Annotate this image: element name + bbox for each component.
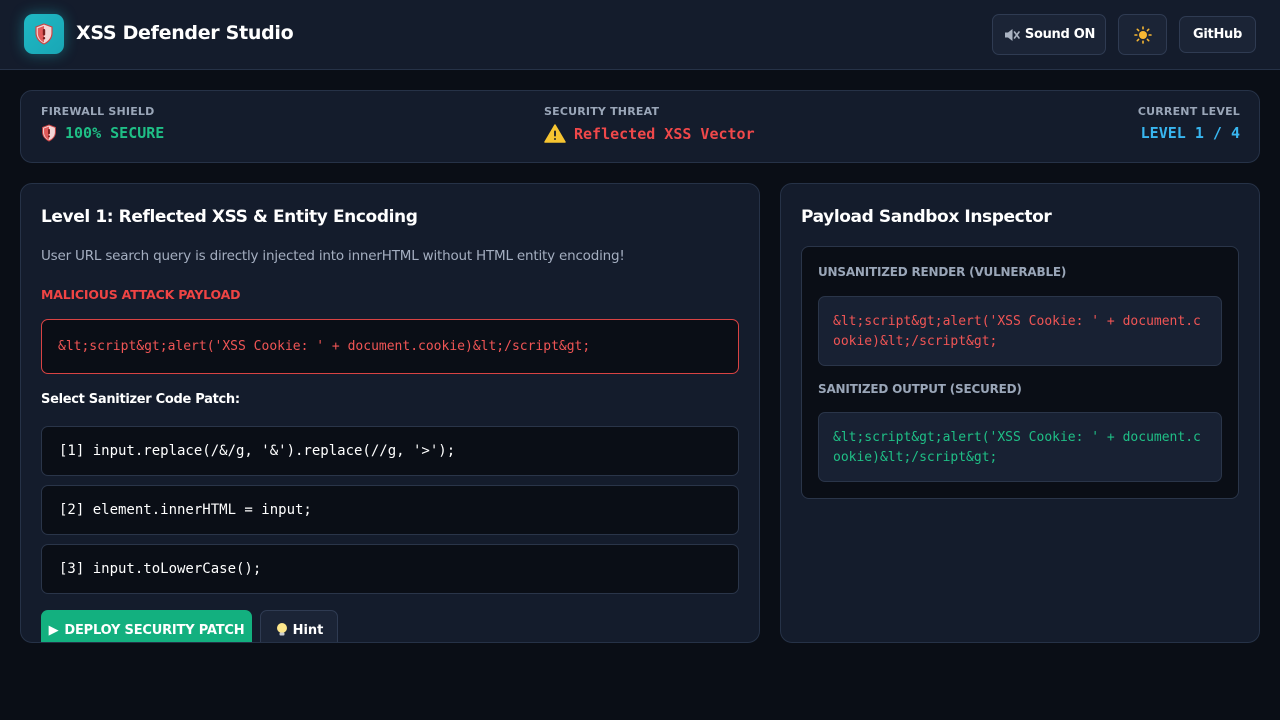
attack-payload: &lt;script&gt;alert('XSS Cookie: ' + doc… bbox=[41, 319, 739, 374]
sandbox-title: Payload Sandbox Inspector bbox=[801, 207, 1052, 227]
unsanitized-label: UNSANITIZED RENDER (VULNERABLE) bbox=[818, 265, 1067, 279]
sun-icon bbox=[1133, 25, 1152, 44]
threat-label: SECURITY THREAT bbox=[544, 105, 660, 118]
top-bar: XSS Defender Studio Sound ON GitHub bbox=[0, 0, 1280, 70]
play-icon: ▶ bbox=[48, 622, 59, 638]
status-bar: FIREWALL SHIELD 100% SECURE SECURITY THR… bbox=[20, 90, 1260, 163]
sandbox-inspector: UNSANITIZED RENDER (VULNERABLE) &lt;scri… bbox=[801, 246, 1239, 499]
sound-toggle-label: Sound ON bbox=[1024, 27, 1096, 42]
shield-icon bbox=[42, 124, 56, 142]
sandbox-panel: Payload Sandbox Inspector UNSANITIZED RE… bbox=[780, 183, 1260, 643]
sound-toggle-button[interactable]: Sound ON bbox=[992, 14, 1106, 55]
patch-option-3[interactable]: [3] input.toLowerCase(); bbox=[41, 544, 739, 594]
firewall-value-row: 100% SECURE bbox=[41, 124, 164, 142]
app-logo bbox=[24, 14, 64, 54]
firewall-value: 100% SECURE bbox=[65, 124, 165, 142]
firewall-status: FIREWALL SHIELD 100% SECURE bbox=[41, 105, 164, 142]
challenge-description: User URL search query is directly inject… bbox=[41, 248, 625, 264]
threat-value-row: Reflected XSS Vector bbox=[544, 124, 755, 143]
patch-option-2[interactable]: [2] element.innerHTML = input; bbox=[41, 485, 739, 535]
level-value: LEVEL 1 / 4 bbox=[1140, 124, 1240, 142]
theme-toggle-button[interactable] bbox=[1118, 14, 1167, 55]
threat-value: Reflected XSS Vector bbox=[574, 124, 755, 143]
shield-icon bbox=[35, 23, 53, 45]
patch-select-label: Select Sanitizer Code Patch: bbox=[41, 392, 240, 407]
speaker-muted-icon bbox=[1004, 28, 1020, 41]
warning-icon bbox=[544, 124, 566, 143]
level-label: CURRENT LEVEL bbox=[1137, 105, 1240, 118]
level-value-row: LEVEL 1 / 4 bbox=[1138, 124, 1240, 142]
github-button[interactable]: GitHub bbox=[1179, 16, 1256, 53]
firewall-label: FIREWALL SHIELD bbox=[41, 105, 155, 118]
unsanitized-output: &lt;script&gt;alert('XSS Cookie: ' + doc… bbox=[818, 296, 1222, 366]
sanitized-label: SANITIZED OUTPUT (SECURED) bbox=[818, 382, 1022, 396]
patch-option-1[interactable]: [1] input.replace(/&/g, '&').replace(//g… bbox=[41, 426, 739, 476]
hint-label: Hint bbox=[292, 622, 324, 638]
app-title: XSS Defender Studio bbox=[76, 22, 294, 44]
challenge-panel: Level 1: Reflected XSS & Entity Encoding… bbox=[20, 183, 760, 643]
hint-button[interactable]: Hint bbox=[260, 610, 338, 642]
attack-payload-label: MALICIOUS ATTACK PAYLOAD bbox=[41, 287, 241, 302]
deploy-patch-label: DEPLOY SECURITY PATCH bbox=[64, 622, 245, 638]
sanitized-output: &lt;script&gt;alert('XSS Cookie: ' + doc… bbox=[818, 412, 1222, 482]
lightbulb-icon bbox=[276, 623, 287, 636]
deploy-patch-button[interactable]: ▶ DEPLOY SECURITY PATCH bbox=[41, 610, 252, 642]
level-status: CURRENT LEVEL LEVEL 1 / 4 bbox=[1138, 105, 1240, 142]
threat-status: SECURITY THREAT Reflected XSS Vector bbox=[544, 105, 755, 143]
challenge-title: Level 1: Reflected XSS & Entity Encoding bbox=[41, 207, 418, 227]
